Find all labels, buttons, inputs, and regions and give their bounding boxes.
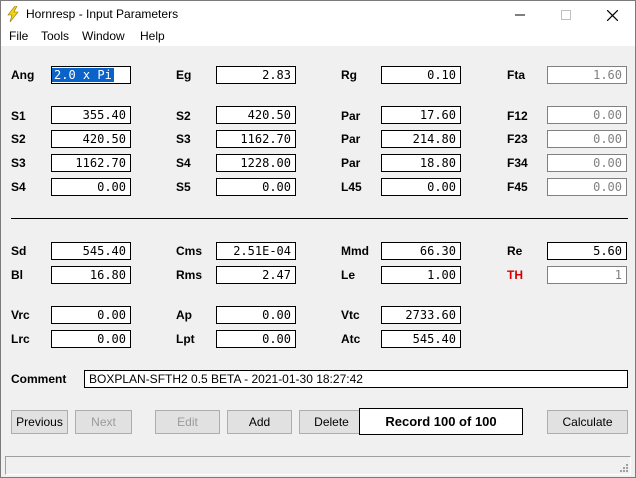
- label-atc: Atc: [341, 332, 361, 346]
- label-s1: S1: [11, 109, 26, 123]
- label-re: Re: [507, 244, 523, 258]
- resize-grip-icon[interactable]: [618, 462, 628, 472]
- label-rms: Rms: [176, 268, 203, 282]
- label-bl: Bl: [11, 268, 23, 282]
- label-ap: Ap: [176, 308, 192, 322]
- field-par3[interactable]: 18.80: [381, 154, 461, 172]
- field-par1[interactable]: 17.60: [381, 106, 461, 124]
- field-s3[interactable]: 1162.70: [51, 154, 131, 172]
- menu-bar: File Tools Window Help: [1, 28, 635, 46]
- field-vtc[interactable]: 2733.60: [381, 306, 461, 324]
- label-mmd: Mmd: [341, 244, 369, 258]
- menu-tools[interactable]: Tools: [41, 29, 69, 43]
- next-button: Next: [75, 410, 132, 434]
- field-s4-top[interactable]: 1228.00: [216, 154, 296, 172]
- label-eg: Eg: [176, 68, 192, 82]
- field-l45[interactable]: 0.00: [381, 178, 461, 196]
- minimize-icon: [515, 14, 525, 16]
- status-bar: [5, 456, 631, 475]
- label-par2: Par: [341, 132, 361, 146]
- field-re[interactable]: 5.60: [547, 242, 627, 260]
- field-mmd[interactable]: 66.30: [381, 242, 461, 260]
- close-button[interactable]: [589, 1, 635, 28]
- record-indicator: Record 100 of 100: [359, 408, 523, 435]
- field-fta: 1.60: [547, 66, 627, 84]
- field-s3-top[interactable]: 1162.70: [216, 130, 296, 148]
- menu-file[interactable]: File: [9, 29, 28, 43]
- field-f34: 0.00: [547, 154, 627, 172]
- label-s2: S2: [11, 132, 26, 146]
- field-ang-value: 2.0 x Pi: [52, 68, 114, 82]
- label-le: Le: [341, 268, 356, 282]
- comment-field[interactable]: BOXPLAN-SFTH2 0.5 BETA - 2021-01-30 18:2…: [84, 370, 628, 388]
- delete-button[interactable]: Delete: [299, 410, 364, 434]
- field-lrc[interactable]: 0.00: [51, 330, 131, 348]
- label-s5: S5: [176, 180, 191, 194]
- label-ang: Ang: [11, 68, 35, 82]
- section-divider: [11, 218, 628, 219]
- previous-button[interactable]: Previous: [11, 410, 68, 434]
- field-f23: 0.00: [547, 130, 627, 148]
- label-th: TH: [507, 268, 523, 282]
- field-cms[interactable]: 2.51E-04: [216, 242, 296, 260]
- field-atc[interactable]: 545.40: [381, 330, 461, 348]
- close-icon: [606, 9, 618, 22]
- lightning-bolt-icon: [7, 6, 19, 22]
- label-f23: F23: [507, 132, 528, 146]
- menu-help[interactable]: Help: [140, 29, 165, 43]
- label-fta: Fta: [507, 68, 525, 82]
- edit-button: Edit: [155, 410, 220, 434]
- label-l45: L45: [341, 180, 362, 194]
- maximize-button[interactable]: [543, 1, 589, 28]
- field-eg[interactable]: 2.83: [216, 66, 296, 84]
- field-f45: 0.00: [547, 178, 627, 196]
- label-cms: Cms: [176, 244, 203, 258]
- label-comment: Comment: [11, 372, 67, 386]
- field-rms[interactable]: 2.47: [216, 266, 296, 284]
- label-s4: S4: [11, 180, 26, 194]
- title-bar[interactable]: Hornresp - Input Parameters: [1, 1, 635, 28]
- field-s1[interactable]: 355.40: [51, 106, 131, 124]
- field-rg[interactable]: 0.10: [381, 66, 461, 84]
- label-rg: Rg: [341, 68, 357, 82]
- label-lpt: Lpt: [176, 332, 195, 346]
- field-th: 1: [547, 266, 627, 284]
- field-ap[interactable]: 0.00: [216, 306, 296, 324]
- maximize-icon: [561, 10, 571, 21]
- field-f12: 0.00: [547, 106, 627, 124]
- label-par1: Par: [341, 109, 361, 123]
- field-vrc[interactable]: 0.00: [51, 306, 131, 324]
- label-s2-top: S2: [176, 109, 191, 123]
- field-ang[interactable]: 2.0 x Pi: [51, 66, 131, 84]
- label-s3-top: S3: [176, 132, 191, 146]
- label-s4-top: S4: [176, 156, 191, 170]
- label-sd: Sd: [11, 244, 27, 258]
- label-vrc: Vrc: [11, 308, 30, 322]
- label-s3: S3: [11, 156, 26, 170]
- menu-window[interactable]: Window: [82, 29, 125, 43]
- add-button[interactable]: Add: [227, 410, 292, 434]
- field-lpt[interactable]: 0.00: [216, 330, 296, 348]
- field-bl[interactable]: 16.80: [51, 266, 131, 284]
- field-par2[interactable]: 214.80: [381, 130, 461, 148]
- field-s4[interactable]: 0.00: [51, 178, 131, 196]
- label-f34: F34: [507, 156, 528, 170]
- label-f45: F45: [507, 180, 528, 194]
- main-window: Hornresp - Input Parameters File Tools W…: [0, 0, 636, 478]
- label-lrc: Lrc: [11, 332, 30, 346]
- field-sd[interactable]: 545.40: [51, 242, 131, 260]
- field-s2[interactable]: 420.50: [51, 130, 131, 148]
- label-par3: Par: [341, 156, 361, 170]
- label-vtc: Vtc: [341, 308, 360, 322]
- label-f12: F12: [507, 109, 528, 123]
- window-title: Hornresp - Input Parameters: [26, 7, 179, 21]
- calculate-button[interactable]: Calculate: [547, 410, 628, 434]
- field-le[interactable]: 1.00: [381, 266, 461, 284]
- field-s2-top[interactable]: 420.50: [216, 106, 296, 124]
- field-s5[interactable]: 0.00: [216, 178, 296, 196]
- minimize-button[interactable]: [497, 1, 543, 28]
